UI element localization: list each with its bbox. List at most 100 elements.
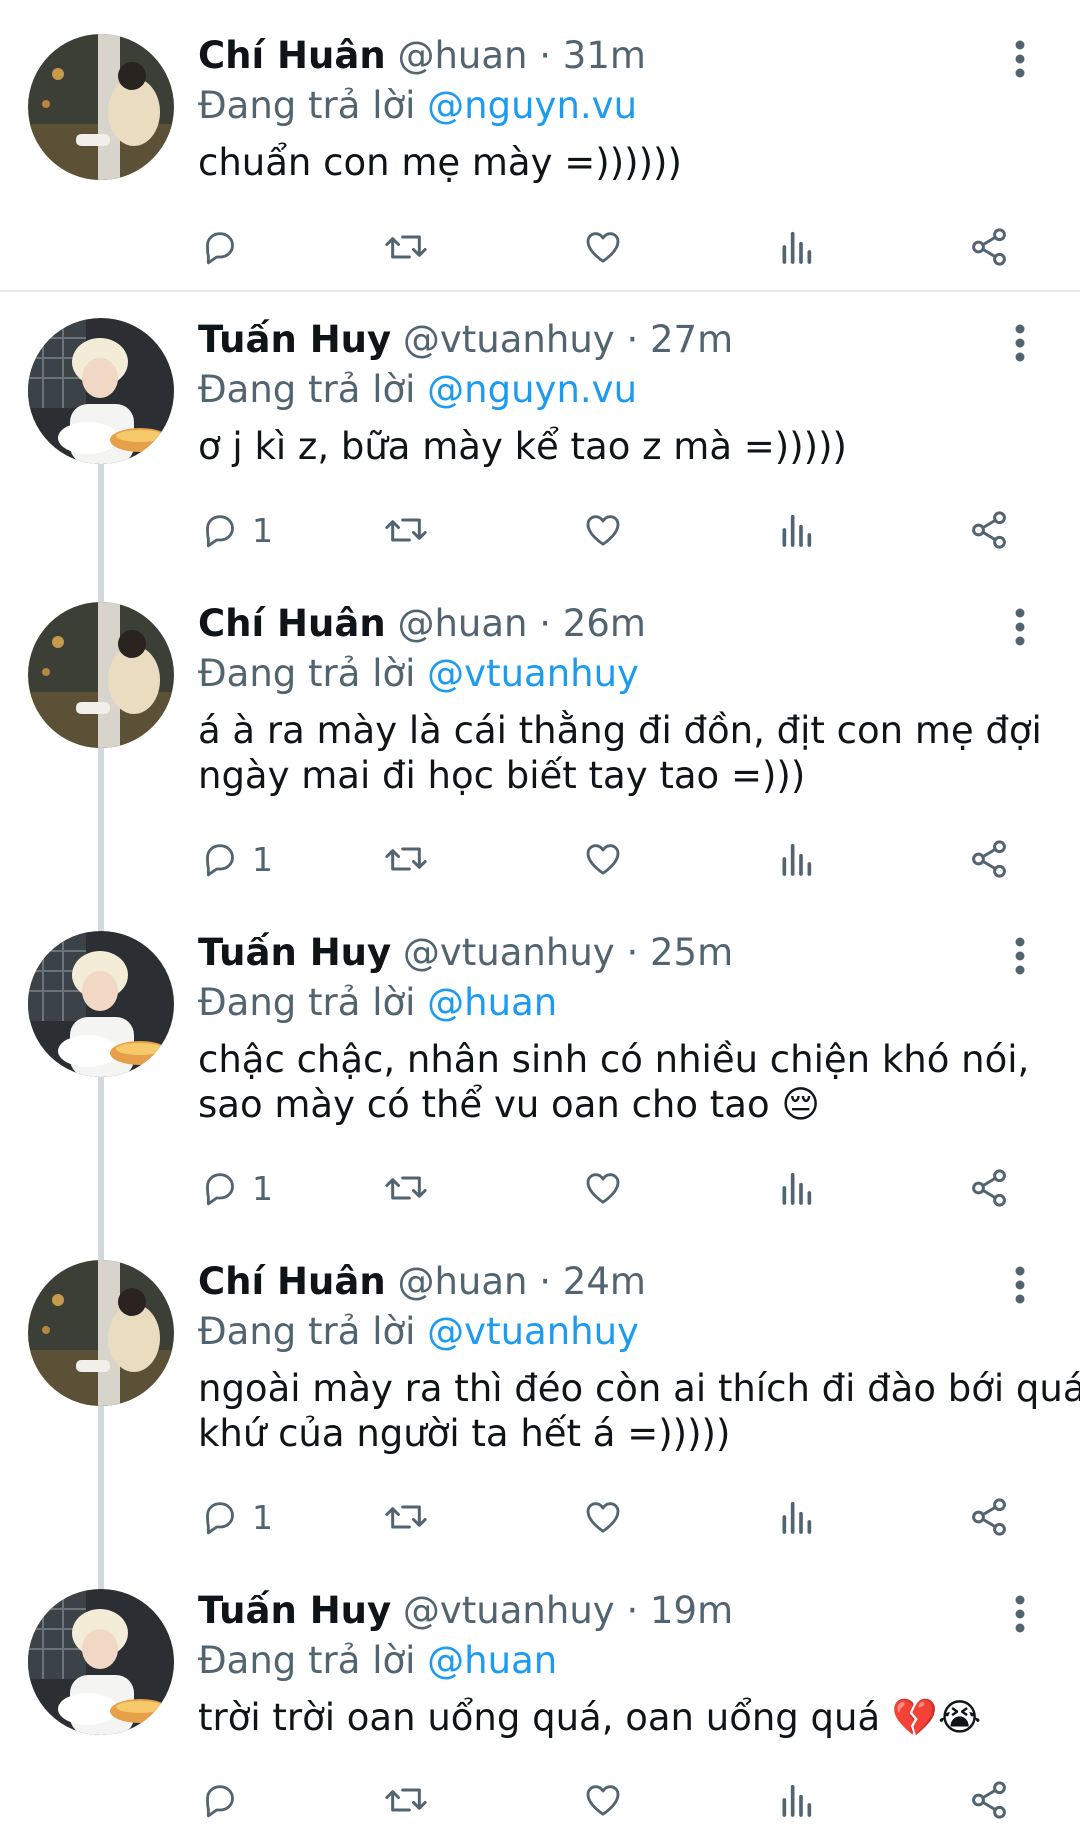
tweet[interactable]: Chí Huân @huan · 31m Đang trả lời @nguyn… [0,0,1080,290]
like-button[interactable] [582,1775,624,1825]
user-handle[interactable]: @vtuanhuy [403,1589,615,1632]
more-options-icon[interactable] [1014,937,1026,975]
more-options-icon[interactable] [1014,40,1026,78]
mention-link[interactable]: @nguyn.vu [427,368,637,411]
views-button[interactable] [776,1775,816,1825]
avatar-tuan-huy[interactable] [28,318,174,464]
timestamp[interactable]: 27m [650,318,733,361]
tweet-text-line: ơ j kì z, bữa mày kể tao z mà =))))) [198,425,847,468]
like-button[interactable] [582,1492,624,1542]
share-button[interactable] [968,834,1010,884]
avatar-chi-huan[interactable] [28,34,174,180]
share-icon [968,509,1010,551]
replying-to: Đang trả lời @huan [198,1637,557,1685]
avatar-tuan-huy[interactable] [28,1589,174,1735]
replying-to: Đang trả lời @nguyn.vu [198,366,637,414]
reply-icon [200,839,240,879]
retweet-button[interactable] [384,834,428,884]
views-button[interactable] [776,834,816,884]
like-button[interactable] [582,222,624,272]
tweet-text: chuẩn con mẹ mày =)))))) [198,140,1038,185]
more-options-icon[interactable] [1014,1595,1026,1633]
retweet-button[interactable] [384,1163,428,1213]
display-name[interactable]: Chí Huân [198,602,386,645]
display-name[interactable]: Tuấn Huy [198,931,391,974]
views-button[interactable] [776,505,816,555]
avatar-chi-huan[interactable] [28,602,174,748]
user-handle[interactable]: @huan [397,1260,527,1303]
reply-count: 1 [252,1497,273,1537]
action-bar: 1 [198,1163,1038,1213]
reply-icon [200,1780,240,1820]
like-icon [582,1780,624,1820]
like-icon [582,1168,624,1208]
timestamp[interactable]: 26m [563,602,646,645]
reply-button[interactable]: 1 [200,1492,273,1542]
views-button[interactable] [776,1492,816,1542]
mention-link[interactable]: @huan [427,1639,557,1682]
dot-separator: · [539,1260,552,1303]
views-icon [776,1168,816,1208]
like-icon [582,510,624,550]
display-name[interactable]: Tuấn Huy [198,1589,391,1632]
reply-button[interactable] [200,222,252,272]
retweet-button[interactable] [384,505,428,555]
avatar-chi-huan[interactable] [28,1260,174,1406]
more-options-icon[interactable] [1014,608,1026,646]
views-icon [776,1497,816,1537]
avatar-tuan-huy[interactable] [28,931,174,1077]
tweet[interactable]: Tuấn Huy @vtuanhuy · 19m Đang trả lời @h… [0,1555,1080,1837]
display-name[interactable]: Chí Huân [198,34,386,77]
tweet-text-line: ngoài mày ra thì đéo còn ai thích đi đào… [198,1367,1080,1410]
replying-to: Đang trả lời @vtuanhuy [198,650,639,698]
tweet-text: á à ra mày là cái thằng đi đồn, địt con … [198,708,1042,798]
views-button[interactable] [776,222,816,272]
like-button[interactable] [582,834,624,884]
timestamp[interactable]: 24m [563,1260,646,1303]
share-button[interactable] [968,1163,1010,1213]
mention-link[interactable]: @huan [427,981,557,1024]
dot-separator: · [539,602,552,645]
reply-button[interactable]: 1 [200,505,273,555]
timestamp[interactable]: 19m [650,1589,733,1632]
reply-button[interactable] [200,1775,252,1825]
more-options-icon[interactable] [1014,1266,1026,1304]
share-button[interactable] [968,1492,1010,1542]
tweet[interactable]: Chí Huân @huan · 24m Đang trả lời @vtuan… [0,1226,1080,1555]
retweet-button[interactable] [384,222,428,272]
mention-link[interactable]: @nguyn.vu [427,84,637,127]
mention-link[interactable]: @vtuanhuy [427,1310,639,1353]
timestamp[interactable]: 31m [563,34,646,77]
user-handle[interactable]: @huan [397,34,527,77]
tweet[interactable]: Tuấn Huy @vtuanhuy · 25m Đang trả lời @h… [0,897,1080,1226]
share-button[interactable] [968,1775,1010,1825]
user-handle[interactable]: @vtuanhuy [403,318,615,361]
timestamp[interactable]: 25m [650,931,733,974]
retweet-button[interactable] [384,1492,428,1542]
reply-button[interactable]: 1 [200,1163,273,1213]
display-name[interactable]: Tuấn Huy [198,318,391,361]
views-button[interactable] [776,1163,816,1213]
share-button[interactable] [968,222,1010,272]
retweet-button[interactable] [384,1775,428,1825]
tweet[interactable]: Chí Huân @huan · 26m Đang trả lời @vtuan… [0,568,1080,897]
user-handle[interactable]: @vtuanhuy [403,931,615,974]
mention-link[interactable]: @vtuanhuy [427,652,639,695]
share-button[interactable] [968,505,1010,555]
share-icon [968,1167,1010,1209]
user-handle[interactable]: @huan [397,602,527,645]
like-icon [582,227,624,267]
reply-button[interactable]: 1 [200,834,273,884]
like-icon [582,839,624,879]
more-options-icon[interactable] [1014,324,1026,362]
replying-to-label: Đang trả lời [198,368,416,411]
reply-icon [200,1168,240,1208]
tweet[interactable]: Tuấn Huy @vtuanhuy · 27m Đang trả lời @n… [0,284,1080,613]
action-bar: 1 [198,505,1038,555]
like-button[interactable] [582,1163,624,1213]
views-icon [776,839,816,879]
display-name[interactable]: Chí Huân [198,1260,386,1303]
reply-icon [200,510,240,550]
like-button[interactable] [582,505,624,555]
replying-to-label: Đang trả lời [198,84,416,127]
